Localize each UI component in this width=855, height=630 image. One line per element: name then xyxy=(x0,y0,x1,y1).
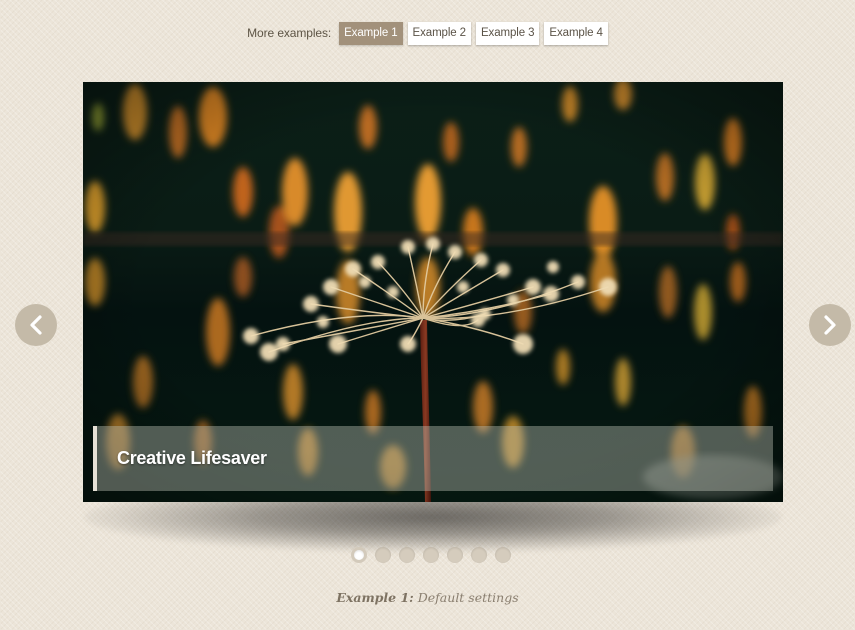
example-4-button[interactable]: Example 4 xyxy=(544,21,608,45)
chevron-left-icon xyxy=(30,315,42,335)
example-description: Example 1: Default settings xyxy=(0,590,855,605)
next-slide-button[interactable] xyxy=(809,304,851,346)
slide-dot-6[interactable] xyxy=(471,547,487,563)
example-2-button[interactable]: Example 2 xyxy=(407,21,471,45)
slide-pagination xyxy=(351,547,511,563)
slide-dot-5[interactable] xyxy=(447,547,463,563)
examples-label: More examples: xyxy=(247,26,332,40)
slide-caption: Creative Lifesaver xyxy=(93,426,773,491)
example-3-button[interactable]: Example 3 xyxy=(475,21,540,45)
slide-dot-2[interactable] xyxy=(375,547,391,563)
slide-dot-4[interactable] xyxy=(423,547,439,563)
example-1-button[interactable]: Example 1 xyxy=(339,21,403,45)
slider[interactable]: Creative Lifesaver xyxy=(83,82,783,502)
chevron-right-icon xyxy=(824,315,836,335)
slide-dot-7[interactable] xyxy=(495,547,511,563)
slide-dot-3[interactable] xyxy=(399,547,415,563)
examples-nav: More examples: Example 1 Example 2 Examp… xyxy=(0,21,855,45)
example-description-title: Example 1: xyxy=(336,590,414,605)
slide-caption-text: Creative Lifesaver xyxy=(117,448,267,468)
slide-dot-1[interactable] xyxy=(351,547,367,563)
prev-slide-button[interactable] xyxy=(15,304,57,346)
example-description-text: Default settings xyxy=(417,590,519,605)
